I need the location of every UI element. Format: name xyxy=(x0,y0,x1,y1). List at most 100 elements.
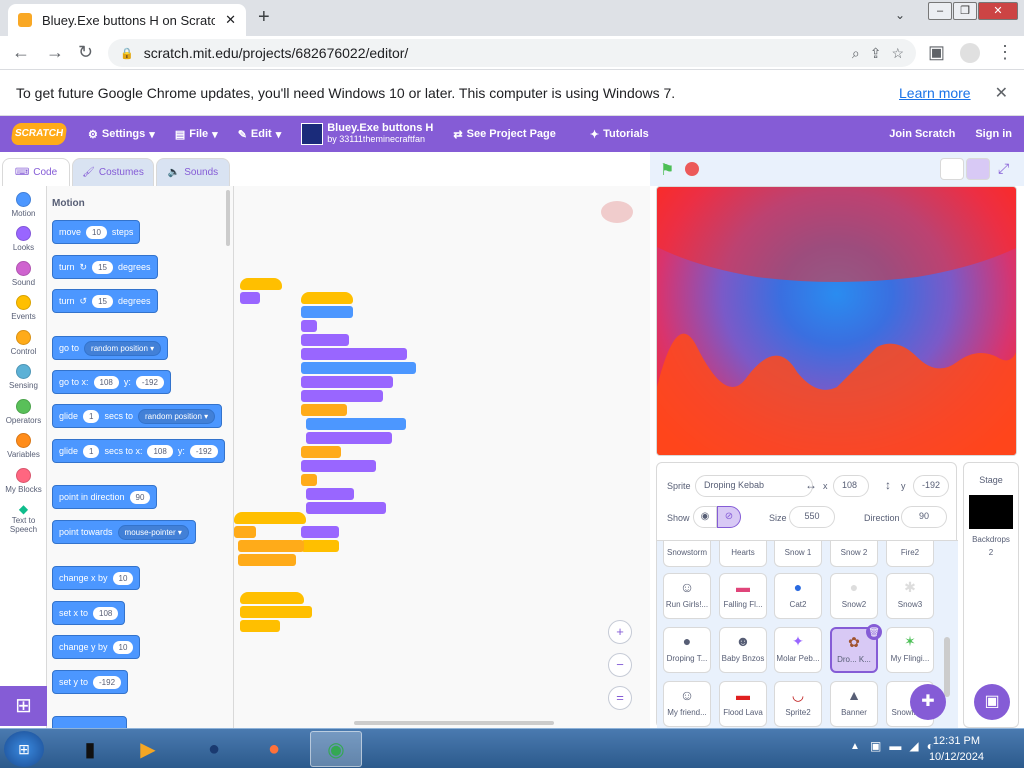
block-input[interactable]: 1 xyxy=(83,409,100,423)
workspace-scrollbar[interactable] xyxy=(354,721,554,725)
settings-menu[interactable]: ⚙ Settings ▾ xyxy=(78,128,165,141)
sprite-tile[interactable]: ✶ My Flingi... xyxy=(886,627,934,673)
block-input[interactable]: -192 xyxy=(135,375,164,389)
sprite-tile[interactable]: ▲ Banner xyxy=(830,681,878,727)
block-input[interactable]: 108 xyxy=(93,375,119,389)
category-sound[interactable]: Sound xyxy=(0,261,47,287)
project-title-area[interactable]: Bluey.Exe buttons H by 33111theminecraft… xyxy=(291,123,443,145)
back-icon[interactable]: ← xyxy=(12,42,30,63)
block-turn-right[interactable]: turn ↻ 15 degrees xyxy=(52,255,158,279)
script-block[interactable] xyxy=(301,540,339,552)
script-block[interactable] xyxy=(301,390,383,402)
category-sensing[interactable]: Sensing xyxy=(0,364,47,390)
block-move-steps[interactable]: move 10 steps xyxy=(52,220,141,244)
block-input[interactable]: 10 xyxy=(86,225,107,239)
block-input[interactable]: 108 xyxy=(93,606,119,620)
script-block[interactable] xyxy=(306,432,392,444)
script-block[interactable] xyxy=(306,502,386,514)
script-block[interactable] xyxy=(301,404,347,416)
sprite-tile[interactable]: ☺ Run Girls!... xyxy=(663,573,711,619)
block-go-to-xy[interactable]: go to x: 108 y: -192 xyxy=(52,370,171,394)
start-button[interactable]: ⊞ xyxy=(4,731,44,767)
block-glide[interactable]: glide 1 secs to random position ▾ xyxy=(52,404,223,428)
taskbar-app-globe[interactable]: ● xyxy=(188,731,240,767)
fullscreen-icon[interactable]: ⤢ xyxy=(998,160,1009,177)
script-block[interactable] xyxy=(240,278,282,290)
taskbar-app-firefox[interactable]: ● xyxy=(248,731,300,767)
new-tab-button[interactable]: + xyxy=(258,6,270,29)
show-visible-button[interactable]: ◉ xyxy=(693,506,717,528)
zoom-icon[interactable]: ⌕ xyxy=(852,45,860,62)
sprite-tile[interactable]: ☻ Baby Bnzos xyxy=(719,627,767,673)
script-block[interactable] xyxy=(306,418,406,430)
tab-search-icon[interactable]: ⌄ xyxy=(895,8,905,22)
close-window-button[interactable]: ✕ xyxy=(978,2,1018,20)
stage-canvas[interactable] xyxy=(656,186,1017,456)
taskbar-app-media[interactable]: ▶ xyxy=(122,731,174,767)
sprite-tile[interactable]: ☺ My friend... xyxy=(663,681,711,727)
file-menu[interactable]: ▤ File ▾ xyxy=(165,128,228,141)
block-set-y[interactable]: set y to -192 xyxy=(52,670,129,694)
share-icon[interactable]: ⇪ xyxy=(870,45,882,62)
sprite-tile[interactable]: ▬ Falling Fl... xyxy=(719,573,767,619)
script-block[interactable] xyxy=(301,320,317,332)
block-glide-xy[interactable]: glide 1 secs to x: 108 y: -192 xyxy=(52,439,225,463)
block-dropdown[interactable]: mouse-pointer ▾ xyxy=(117,524,189,540)
script-block[interactable] xyxy=(301,376,393,388)
sprite-tile[interactable]: ✱ Snow3 xyxy=(886,573,934,619)
browser-tab[interactable]: Bluey.Exe buttons H on Scratch ✕ xyxy=(8,4,246,36)
sprite-tile[interactable]: ✦ Molar Peb... xyxy=(774,627,822,673)
code-workspace[interactable]: + − = xyxy=(234,186,650,728)
tab-code[interactable]: ⌨ Code xyxy=(2,158,70,186)
size-field[interactable]: 550 xyxy=(789,506,835,528)
stop-icon[interactable] xyxy=(685,162,699,176)
category-operators[interactable]: Operators xyxy=(0,399,47,425)
join-scratch-button[interactable]: Join Scratch xyxy=(879,128,965,140)
script-block[interactable] xyxy=(301,362,416,374)
block-set-x[interactable]: set x to 108 xyxy=(52,601,126,625)
learn-more-link[interactable]: Learn more xyxy=(899,85,971,101)
script-block[interactable] xyxy=(240,292,260,304)
close-tab-icon[interactable]: ✕ xyxy=(225,12,236,28)
script-block[interactable] xyxy=(240,606,312,618)
sprite-tile[interactable]: ▬ Flood Lava xyxy=(719,681,767,727)
x-field[interactable]: 108 xyxy=(833,475,869,497)
block-partial[interactable] xyxy=(52,716,127,728)
block-change-x[interactable]: change x by 10 xyxy=(52,566,141,590)
category-motion[interactable]: Motion xyxy=(0,192,47,218)
block-input[interactable]: -192 xyxy=(189,444,218,458)
block-input[interactable]: 90 xyxy=(129,490,151,504)
category-looks[interactable]: Looks xyxy=(0,226,47,252)
block-dropdown[interactable]: random position ▾ xyxy=(137,408,216,424)
script-block[interactable] xyxy=(301,526,339,538)
category-my-blocks[interactable]: My Blocks xyxy=(0,468,47,494)
script-block[interactable] xyxy=(306,488,354,500)
script-block[interactable] xyxy=(240,592,304,604)
choose-backdrop-button[interactable]: ▣ xyxy=(974,684,1010,720)
script-block[interactable] xyxy=(234,512,306,524)
sign-in-button[interactable]: Sign in xyxy=(965,128,1022,140)
taskbar-app-computer[interactable]: ▮ xyxy=(64,731,116,767)
sprite-tile[interactable]: ◡ Sprite2 xyxy=(774,681,822,727)
block-input[interactable]: -192 xyxy=(93,675,122,689)
palette-scrollbar[interactable] xyxy=(226,190,230,246)
kebab-menu-icon[interactable]: ⋮ xyxy=(996,42,1014,63)
green-flag-icon[interactable]: ⚑ xyxy=(660,160,674,180)
y-field[interactable]: -192 xyxy=(913,475,949,497)
block-turn-left[interactable]: turn ↺ 15 degrees xyxy=(52,289,158,313)
category-variables[interactable]: Variables xyxy=(0,433,47,459)
sprite-tile[interactable]: Fire2 xyxy=(886,541,934,567)
tray-expand-icon[interactable]: ▲ xyxy=(850,741,860,752)
zoom-reset-button[interactable]: = xyxy=(608,686,632,710)
sprite-tile[interactable]: ● Droping T... xyxy=(663,627,711,673)
profile-icon[interactable] xyxy=(960,43,980,63)
small-stage-button[interactable] xyxy=(940,158,964,180)
script-block[interactable] xyxy=(301,348,407,360)
zoom-in-button[interactable]: + xyxy=(608,620,632,644)
sprite-tile[interactable]: Snow 1 xyxy=(774,541,822,567)
block-input[interactable]: 10 xyxy=(112,640,134,654)
script-block[interactable] xyxy=(301,306,353,318)
sprite-tile[interactable]: Snowstorm xyxy=(663,541,711,567)
show-hidden-button[interactable]: ⊘ xyxy=(717,506,741,528)
direction-field[interactable]: 90 xyxy=(901,506,947,528)
